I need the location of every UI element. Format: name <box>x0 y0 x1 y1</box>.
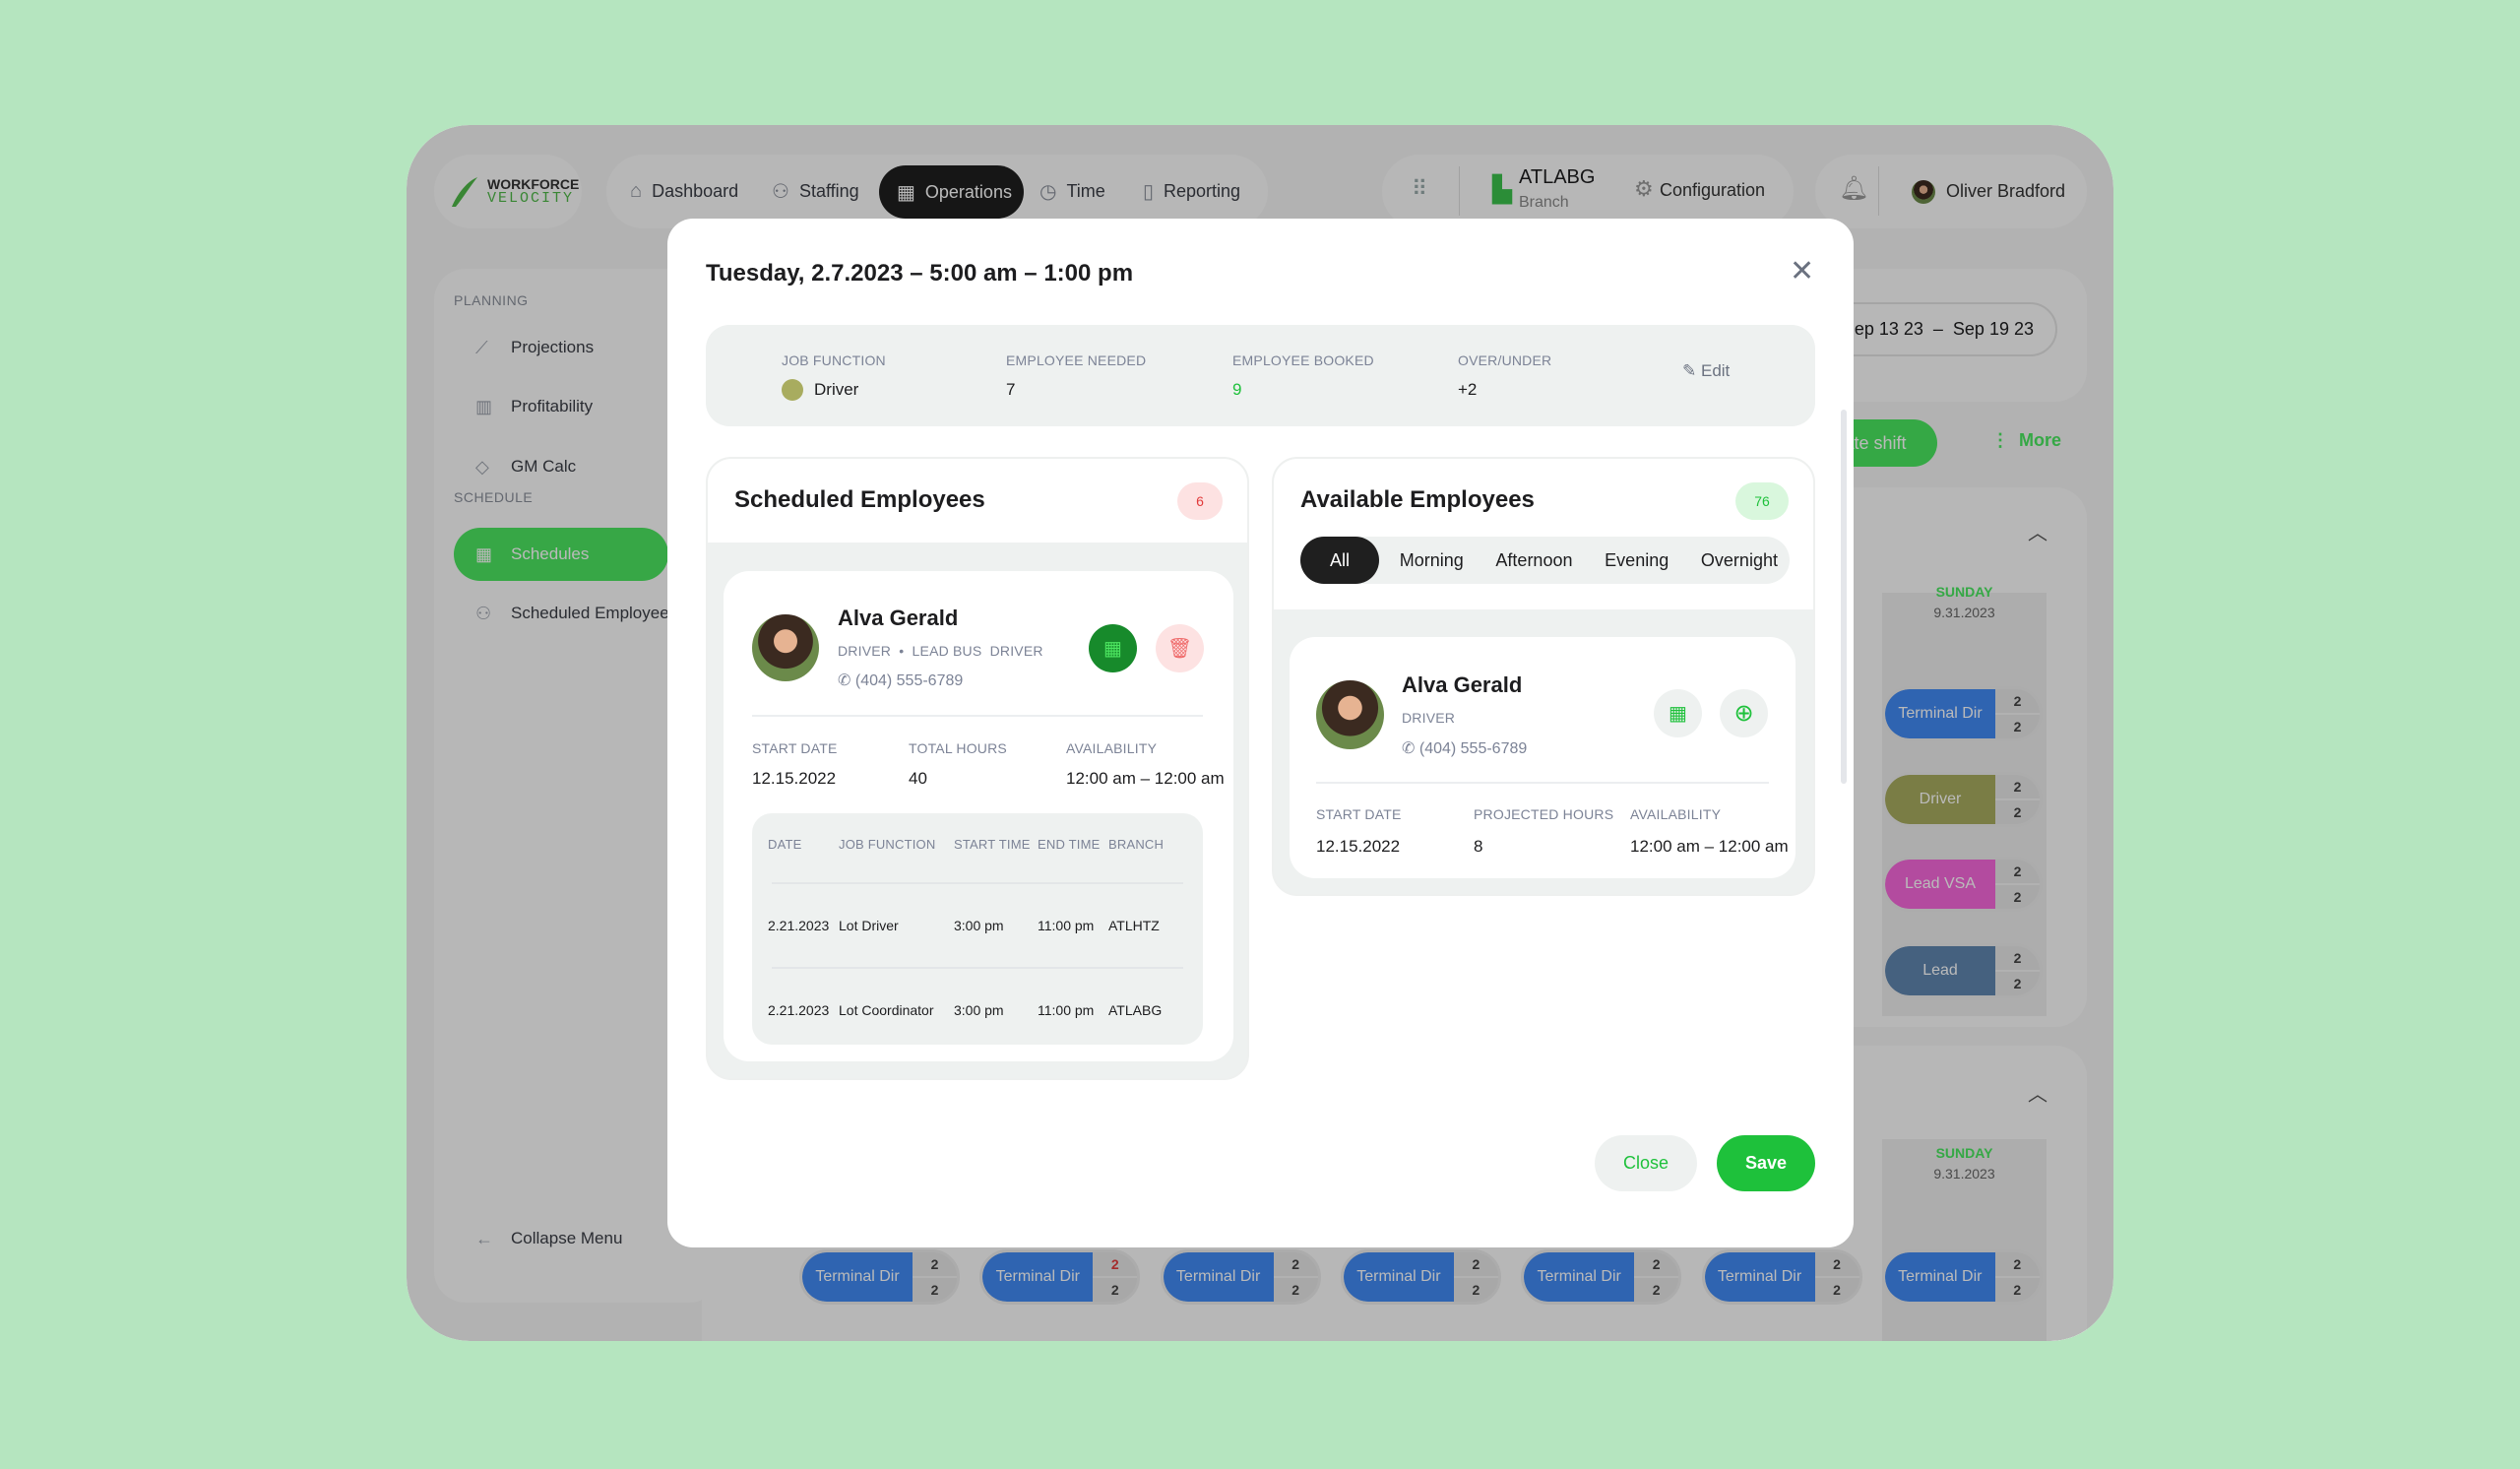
employee-needed-label: EMPLOYEE NEEDED <box>1006 352 1147 368</box>
view-schedule-button[interactable]: ▦ <box>1654 689 1702 737</box>
job-function-value: Driver <box>814 380 859 399</box>
scheduled-count-badge: 6 <box>1177 482 1223 520</box>
phone-number: (404) 555-6789 <box>854 672 964 689</box>
close-icon[interactable]: ✕ <box>1790 254 1814 288</box>
start-date-label: START DATE <box>752 740 838 756</box>
column-header: END TIME <box>1038 837 1101 852</box>
modal-title: Tuesday, 2.7.2023 – 5:00 am – 1:00 pm <box>706 260 1134 287</box>
plus-circle-icon: ⊕ <box>1733 700 1754 727</box>
table-cell: 11:00 pm <box>1038 918 1095 933</box>
job-function-label: JOB FUNCTION <box>782 352 886 368</box>
table-cell: 2.21.2023 <box>768 918 830 933</box>
edit-label: Edit <box>1700 361 1731 380</box>
calendar-icon: ▦ <box>1669 703 1687 725</box>
schedule-calendar-button[interactable]: ▦ <box>1089 624 1137 672</box>
row-divider <box>772 882 1183 884</box>
close-button[interactable]: Close <box>1595 1135 1697 1191</box>
scrollbar[interactable] <box>1841 410 1847 784</box>
employee-roles: DRIVER <box>1402 710 1456 726</box>
phone-icon: ✆ <box>838 672 851 689</box>
phone-number: (404) 555-6789 <box>1418 740 1528 757</box>
employee-name: Alva Gerald <box>1402 672 1523 697</box>
tab-morning[interactable]: Morning <box>1388 537 1476 584</box>
employee-name: Alva Gerald <box>838 606 959 630</box>
shift-filter-tabs: All Morning Afternoon Evening Overnight <box>1300 537 1790 584</box>
panel-title: Available Employees <box>1300 486 1535 513</box>
job-color-dot <box>782 379 803 401</box>
assigned-shifts-table: DATE JOB FUNCTION START TIME END TIME BRANCH… <box>752 813 1203 1045</box>
scheduled-employee-card: Alva Gerald DRIVER • LEAD BUS DRIVER ✆ (… <box>724 571 1233 1061</box>
pencil-icon: ✎ <box>1682 361 1697 380</box>
panel-title: Scheduled Employees <box>734 486 985 513</box>
row-divider <box>772 967 1183 969</box>
projected-hours-value: 8 <box>1474 837 1483 856</box>
table-cell: 11:00 pm <box>1038 1002 1095 1018</box>
table-cell: Lot Coordinator <box>839 1002 934 1018</box>
total-hours-value: 40 <box>909 769 927 788</box>
column-header: DATE <box>768 837 802 852</box>
divider <box>1316 782 1769 784</box>
projected-hours-label: PROJECTED HOURS <box>1474 806 1614 822</box>
column-header: JOB FUNCTION <box>839 837 936 852</box>
employee-needed-value: 7 <box>1006 380 1016 399</box>
save-button[interactable]: Save <box>1717 1135 1815 1191</box>
tab-afternoon[interactable]: Afternoon <box>1483 537 1584 584</box>
employee-booked-value: 9 <box>1232 380 1242 399</box>
table-cell: ATLABG <box>1108 1002 1163 1018</box>
employee-roles: DRIVER • LEAD BUS DRIVER <box>838 643 1043 659</box>
availability-value: 12:00 am – 12:00 am <box>1630 837 1789 856</box>
availability-label: AVAILABILITY <box>1066 740 1158 756</box>
tab-all[interactable]: All <box>1300 537 1380 584</box>
available-employee-card: Alva Gerald DRIVER ✆ (404) 555-6789 ▦ ⊕ … <box>1290 637 1796 878</box>
panel-header: Available Employees 76 All Morning Afterno… <box>1274 459 1813 609</box>
available-employees-panel: Available Employees 76 All Morning Afterno… <box>1272 457 1815 896</box>
over-under-value: +2 <box>1458 380 1478 399</box>
avatar <box>752 614 819 681</box>
employee-booked-label: EMPLOYEE BOOKED <box>1232 352 1374 368</box>
start-date-value: 12.15.2022 <box>1316 837 1401 856</box>
column-header: START TIME <box>954 837 1031 852</box>
table-cell: 2.21.2023 <box>768 1002 830 1018</box>
add-employee-button[interactable]: ⊕ <box>1720 689 1768 737</box>
table-cell: 3:00 pm <box>954 918 1004 933</box>
tab-evening[interactable]: Evening <box>1593 537 1680 584</box>
over-under-label: OVER/UNDER <box>1458 352 1552 368</box>
scheduled-employees-panel: Scheduled Employees 6 Alva Gerald DRIVER… <box>706 457 1249 1080</box>
table-cell: 3:00 pm <box>954 1002 1004 1018</box>
shift-details-modal: Tuesday, 2.7.2023 – 5:00 am – 1:00 pm ✕ … <box>667 219 1854 1247</box>
tab-overnight[interactable]: Overnight <box>1689 537 1790 584</box>
trash-icon: 🗑︎ <box>1166 638 1193 660</box>
table-cell: Lot Driver <box>839 918 899 933</box>
availability-value: 12:00 am – 12:00 am <box>1066 769 1225 788</box>
availability-label: AVAILABILITY <box>1630 806 1722 822</box>
divider <box>752 715 1203 717</box>
available-count-badge: 76 <box>1735 482 1789 520</box>
calendar-icon: ▦ <box>1103 638 1122 660</box>
start-date-label: START DATE <box>1316 806 1402 822</box>
panel-header: Scheduled Employees 6 <box>708 459 1247 543</box>
employee-phone: ✆ (404) 555-6789 <box>838 671 963 690</box>
table-cell: ATLHTZ <box>1108 918 1160 933</box>
start-date-value: 12.15.2022 <box>752 769 837 788</box>
avatar <box>1316 680 1384 749</box>
phone-icon: ✆ <box>1402 740 1416 757</box>
total-hours-label: TOTAL HOURS <box>909 740 1007 756</box>
edit-button[interactable]: ✎ Edit <box>1682 361 1730 381</box>
remove-employee-button[interactable]: 🗑︎ <box>1156 624 1204 672</box>
column-header: BRANCH <box>1108 837 1165 852</box>
shift-summary: JOB FUNCTION Driver EMPLOYEE NEEDED 7 EM… <box>706 325 1815 426</box>
employee-phone: ✆ (404) 555-6789 <box>1402 738 1527 758</box>
